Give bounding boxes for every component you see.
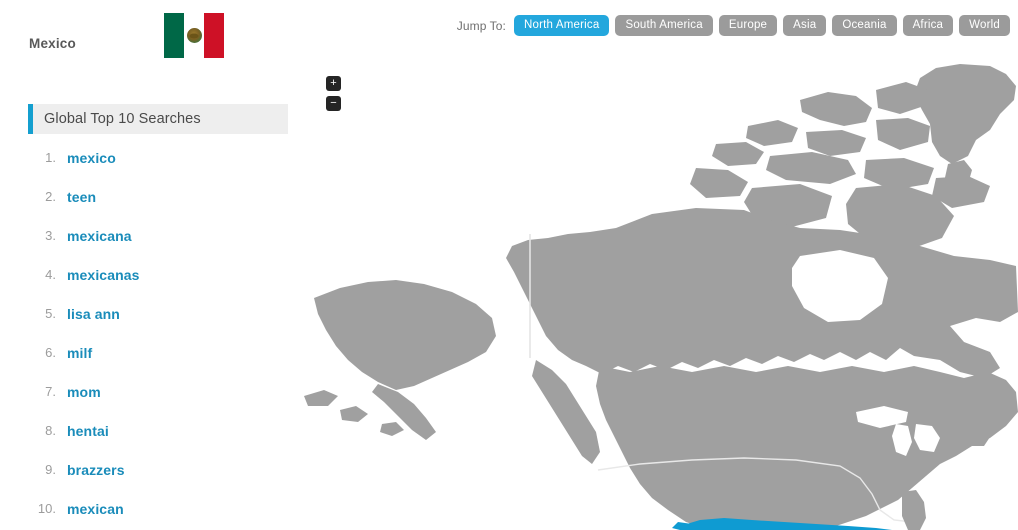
map-land-arctic-islands-f[interactable] xyxy=(712,142,764,166)
map-land-arctic-islands-a[interactable] xyxy=(800,92,872,126)
map-land-florida[interactable] xyxy=(902,490,926,530)
map-land-arctic-islands-d[interactable] xyxy=(806,130,866,156)
list-item-rank: 5. xyxy=(45,306,56,321)
list-item: 9. brazzers xyxy=(28,450,290,489)
map-land-united-states[interactable] xyxy=(596,366,1018,530)
list-item-term[interactable]: mexicana xyxy=(58,228,132,244)
list-item-term[interactable]: mexico xyxy=(58,150,116,166)
jump-button-asia[interactable]: Asia xyxy=(783,15,827,36)
country-header: Mexico xyxy=(0,0,290,75)
global-top-searches-header: Global Top 10 Searches xyxy=(28,104,288,134)
list-item-rank: 1. xyxy=(45,150,56,165)
list-item-term[interactable]: lisa ann xyxy=(58,306,120,322)
flag-stripe-white xyxy=(184,13,204,58)
list-item-term[interactable]: mexicanas xyxy=(58,267,140,283)
list-item: 2. teen xyxy=(28,177,290,216)
top-searches-list: 1. mexico 2. teen 3. mexicana 4. mexican… xyxy=(28,138,290,528)
list-item-rank: 8. xyxy=(45,423,56,438)
jump-button-europe[interactable]: Europe xyxy=(718,15,778,36)
list-item-rank: 3. xyxy=(45,228,56,243)
list-item: 3. mexicana xyxy=(28,216,290,255)
jump-button-world[interactable]: World xyxy=(959,15,1010,36)
mexico-flag-icon xyxy=(164,13,224,58)
list-item-rank: 6. xyxy=(45,345,56,360)
list-item: 5. lisa ann xyxy=(28,294,290,333)
map-land-arctic-islands-j[interactable] xyxy=(690,168,748,198)
list-item-term[interactable]: mexican xyxy=(58,501,124,517)
flag-stripe-red xyxy=(204,13,224,58)
list-item-rank: 10. xyxy=(37,501,56,516)
jump-button-oceania[interactable]: Oceania xyxy=(832,15,897,36)
map-land-aleutians-b[interactable] xyxy=(304,390,338,406)
map-land-arctic-islands-e[interactable] xyxy=(876,118,930,150)
map-land-alaska[interactable] xyxy=(314,280,496,390)
map-land-arctic-islands-g[interactable] xyxy=(766,152,856,184)
country-name: Mexico xyxy=(29,36,76,51)
map-land-pacific-coast[interactable] xyxy=(532,360,600,464)
jump-to-label: Jump To: xyxy=(456,18,506,33)
list-item-term[interactable]: hentai xyxy=(58,423,109,439)
flag-stripe-green xyxy=(164,13,184,58)
list-item: 7. mom xyxy=(28,372,290,411)
list-item-rank: 4. xyxy=(45,267,56,282)
list-item: 10. mexican xyxy=(28,489,290,528)
world-map[interactable] xyxy=(300,60,1018,530)
list-item: 4. mexicanas xyxy=(28,255,290,294)
jump-button-africa[interactable]: Africa xyxy=(902,15,954,36)
list-item: 1. mexico xyxy=(28,138,290,177)
jump-button-south-america[interactable]: South America xyxy=(615,15,713,36)
list-item-term[interactable]: brazzers xyxy=(58,462,125,478)
zoom-out-button[interactable]: − xyxy=(326,96,341,111)
zoom-in-button[interactable]: + xyxy=(326,76,341,91)
list-item-term[interactable]: mom xyxy=(58,384,101,400)
map-zoom-controls: + − xyxy=(326,76,341,111)
list-item-term[interactable]: milf xyxy=(58,345,92,361)
map-land-arctic-islands-c[interactable] xyxy=(746,120,798,146)
list-item-term[interactable]: teen xyxy=(58,189,96,205)
north-america-map-svg[interactable] xyxy=(300,60,1018,530)
list-item-rank: 7. xyxy=(45,384,56,399)
map-land-aleutians-a[interactable] xyxy=(340,406,368,422)
eagle-emblem-icon xyxy=(186,28,202,43)
list-item-rank: 9. xyxy=(45,462,56,477)
map-land-aleutians-c[interactable] xyxy=(380,422,404,436)
jump-button-north-america[interactable]: North America xyxy=(514,15,610,36)
map-land-greenland[interactable] xyxy=(914,64,1016,164)
list-item-rank: 2. xyxy=(45,189,56,204)
jump-to-nav: Jump To: North America South America Eur… xyxy=(457,15,1010,36)
list-item: 6. milf xyxy=(28,333,290,372)
list-item: 8. hentai xyxy=(28,411,290,450)
section-title: Global Top 10 Searches xyxy=(44,111,201,127)
